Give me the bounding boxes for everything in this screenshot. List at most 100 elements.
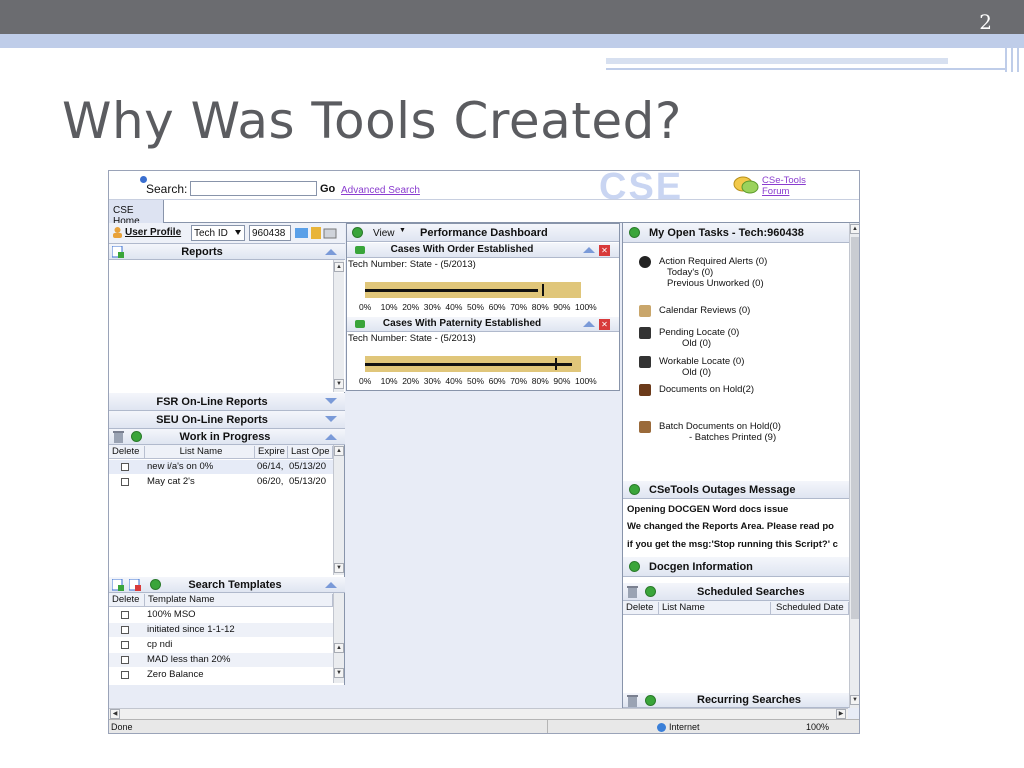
forum-chat-icon[interactable] — [733, 175, 759, 195]
reports-header[interactable]: Reports — [109, 244, 345, 260]
id-type-select[interactable]: Tech ID — [191, 225, 245, 241]
reports-scrollbar[interactable]: ▲ ▼ — [333, 260, 344, 392]
expand-icon[interactable] — [325, 416, 337, 422]
scroll-down-arrow[interactable]: ▼ — [334, 379, 344, 389]
delete-checkbox[interactable] — [121, 626, 129, 634]
list-item[interactable]: cp ndi — [109, 638, 333, 652]
search-templates-header[interactable]: Search Templates — [109, 577, 345, 593]
trash-icon[interactable] — [627, 695, 638, 707]
advanced-search-link[interactable]: Advanced Search — [341, 185, 420, 196]
close-icon[interactable]: ✕ — [599, 245, 610, 256]
task-label[interactable]: Pending Locate (0) — [639, 327, 839, 338]
task-label[interactable]: Workable Locate (0) — [639, 356, 839, 367]
task-sublabel[interactable]: Today's (0) — [639, 267, 839, 278]
delete-checkbox[interactable] — [121, 463, 129, 471]
collapse-icon[interactable] — [583, 247, 595, 253]
task-item[interactable]: Pending Locate (0) Old (0) — [639, 327, 839, 349]
refresh-icon[interactable] — [131, 431, 142, 442]
list-name[interactable]: May cat 2's — [147, 476, 195, 487]
task-item[interactable]: Workable Locate (0) Old (0) — [639, 356, 839, 378]
delete-checkbox[interactable] — [121, 671, 129, 679]
template-name[interactable]: initiated since 1-1-12 — [147, 624, 235, 635]
collapse-icon[interactable] — [583, 321, 595, 327]
scroll-up-arrow[interactable]: ▲ — [334, 643, 344, 653]
task-label[interactable]: Action Required Alerts (0) — [639, 256, 839, 267]
task-sublabel[interactable]: Old (0) — [639, 338, 839, 349]
scroll-down-arrow[interactable]: ▼ — [334, 668, 344, 678]
templates-scrollbar[interactable]: ▲ ▼ — [333, 593, 344, 683]
template-name[interactable]: Zero Balance — [147, 669, 204, 680]
col-scheduled-date[interactable]: Scheduled Date — [773, 602, 849, 614]
refresh-icon[interactable] — [352, 227, 363, 238]
id-value-input[interactable]: 960438 — [249, 225, 291, 241]
col-delete[interactable]: Delete — [109, 594, 145, 606]
right-scrollbar[interactable]: ▲ ▼ — [849, 223, 859, 708]
outage-message[interactable]: We changed the Reports Area. Please read… — [627, 521, 849, 532]
scroll-left-arrow[interactable]: ◀ — [110, 709, 120, 719]
forum-link-line1[interactable]: CSe-Tools — [762, 175, 806, 186]
zoom-level[interactable]: 100% — [806, 722, 829, 732]
table-row[interactable]: new i/a's on 0% 06/14, 05/13/20 — [109, 460, 333, 474]
col-expire[interactable]: Expire — [255, 446, 288, 458]
list-item[interactable]: initiated since 1-1-12 — [109, 623, 333, 637]
horizontal-scrollbar[interactable]: ◀ ▶ — [109, 708, 848, 719]
list-item[interactable]: 100% MSO — [109, 608, 333, 622]
wip-scrollbar[interactable]: ▲ ▼ — [333, 445, 344, 575]
col-list-name[interactable]: List Name — [145, 446, 255, 458]
task-item[interactable]: Batch Documents on Hold(0) - Batches Prin… — [639, 421, 839, 443]
task-label[interactable]: Batch Documents on Hold(0) — [639, 421, 839, 432]
list-name[interactable]: new i/a's on 0% — [147, 461, 213, 472]
col-last-open[interactable]: Last Ope — [288, 446, 333, 458]
template-add-icon[interactable] — [112, 579, 124, 591]
col-list-name[interactable]: List Name — [659, 602, 771, 614]
wip-header[interactable]: Work in Progress — [109, 429, 345, 445]
forum-link[interactable]: CSe-Tools Forum — [762, 175, 806, 197]
seu-reports-header[interactable]: SEU On-Line Reports — [109, 411, 345, 429]
collapse-icon[interactable] — [325, 249, 337, 255]
expand-icon[interactable] — [325, 398, 337, 404]
refresh-icon[interactable] — [645, 695, 656, 706]
table-row[interactable]: May cat 2's 06/20, 05/13/20 — [109, 475, 333, 489]
delete-checkbox[interactable] — [121, 611, 129, 619]
close-icon[interactable]: ✕ — [599, 319, 610, 330]
list-item[interactable]: Zero Balance — [109, 668, 333, 682]
outage-message[interactable]: Opening DOCGEN Word docs issue — [627, 504, 849, 515]
scroll-up-arrow[interactable]: ▲ — [334, 446, 344, 456]
template-name[interactable]: 100% MSO — [147, 609, 196, 620]
refresh-icon[interactable] — [629, 561, 640, 572]
trash-icon[interactable] — [627, 586, 638, 598]
col-template-name[interactable]: Template Name — [145, 594, 333, 606]
trash-icon[interactable] — [113, 431, 124, 443]
scroll-down-arrow[interactable]: ▼ — [850, 695, 859, 705]
scroll-up-arrow[interactable]: ▲ — [334, 262, 344, 272]
task-item[interactable]: Documents on Hold(2) — [639, 384, 839, 396]
outage-message[interactable]: if you get the msg:'Stop running this Sc… — [627, 539, 849, 550]
refresh-icon[interactable] — [150, 579, 161, 590]
refresh-icon[interactable] — [645, 586, 656, 597]
scroll-down-arrow[interactable]: ▼ — [334, 563, 344, 573]
task-item[interactable]: Action Required Alerts (0) Today's (0) Pre… — [639, 256, 839, 289]
refresh-icon[interactable] — [629, 227, 640, 238]
list-item[interactable]: MAD less than 20% — [109, 653, 333, 667]
col-delete[interactable]: Delete — [623, 602, 659, 614]
task-label[interactable]: Documents on Hold(2) — [639, 384, 839, 395]
fsr-reports-header[interactable]: FSR On-Line Reports — [109, 393, 345, 411]
delete-checkbox[interactable] — [121, 656, 129, 664]
scroll-up-arrow[interactable]: ▲ — [850, 224, 859, 234]
template-name[interactable]: MAD less than 20% — [147, 654, 230, 665]
delete-checkbox[interactable] — [121, 478, 129, 486]
scroll-right-arrow[interactable]: ▶ — [836, 709, 846, 719]
template-delete-icon[interactable] — [129, 579, 141, 591]
task-label[interactable]: Calendar Reviews (0) — [639, 305, 839, 316]
forum-link-line2[interactable]: Forum — [762, 186, 806, 197]
scroll-thumb[interactable] — [851, 237, 859, 619]
view-dropdown-icon[interactable]: ▼ — [399, 227, 406, 234]
template-name[interactable]: cp ndi — [147, 639, 172, 650]
user-profile-link[interactable]: User Profile — [125, 227, 181, 238]
collapse-icon[interactable] — [325, 582, 337, 588]
go-button[interactable]: Go — [320, 183, 335, 195]
collapse-icon[interactable] — [325, 434, 337, 440]
view-menu[interactable]: View — [373, 228, 395, 239]
task-sublabel[interactable]: Old (0) — [639, 367, 839, 378]
refresh-icon[interactable] — [629, 484, 640, 495]
